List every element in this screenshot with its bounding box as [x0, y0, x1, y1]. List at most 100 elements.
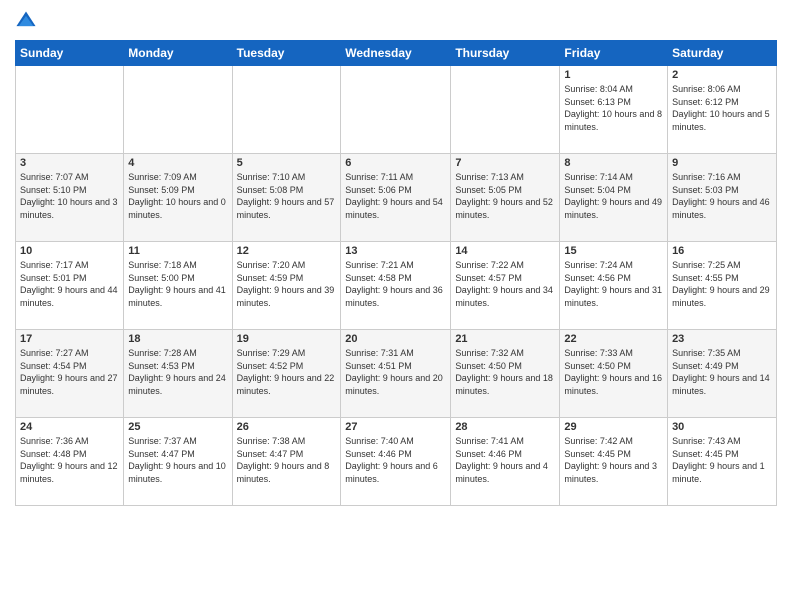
calendar-cell	[451, 66, 560, 154]
day-info: Sunrise: 7:25 AM Sunset: 4:55 PM Dayligh…	[672, 259, 772, 309]
day-number: 15	[564, 245, 663, 257]
day-number: 9	[672, 157, 772, 169]
calendar-cell: 26 Sunrise: 7:38 AM Sunset: 4:47 PM Dayli…	[232, 418, 341, 506]
day-info: Sunrise: 7:09 AM Sunset: 5:09 PM Dayligh…	[128, 171, 227, 221]
day-info: Sunrise: 7:10 AM Sunset: 5:08 PM Dayligh…	[237, 171, 337, 221]
calendar-cell: 25Sunrise: 7:37 AM Sunset: 4:47 PM Dayli…	[124, 418, 232, 506]
day-info: Sunrise: 7:37 AM Sunset: 4:47 PM Dayligh…	[128, 435, 227, 485]
calendar-cell: 14 Sunrise: 7:22 AM Sunset: 4:57 PM Dayli…	[451, 242, 560, 330]
calendar-cell: 10Sunrise: 7:17 AM Sunset: 5:01 PM Dayli…	[16, 242, 124, 330]
logo-icon	[15, 10, 37, 32]
day-number: 2	[672, 69, 772, 81]
calendar-body: 1 Sunrise: 8:04 AM Sunset: 6:13 PM Daylig…	[16, 66, 777, 506]
calendar-row-0: 1 Sunrise: 8:04 AM Sunset: 6:13 PM Daylig…	[16, 66, 777, 154]
day-number: 12	[237, 245, 337, 257]
day-info: Sunrise: 7:22 AM Sunset: 4:57 PM Dayligh…	[455, 259, 555, 309]
header-thursday: Thursday	[451, 41, 560, 66]
calendar-cell	[124, 66, 232, 154]
calendar-cell: 21Sunrise: 7:32 AM Sunset: 4:50 PM Dayli…	[451, 330, 560, 418]
day-number: 14	[455, 245, 555, 257]
calendar-cell: 28 Sunrise: 7:41 AM Sunset: 4:46 PM Dayli…	[451, 418, 560, 506]
calendar-cell: 27 Sunrise: 7:40 AM Sunset: 4:46 PM Dayli…	[341, 418, 451, 506]
calendar-cell: 20 Sunrise: 7:31 AM Sunset: 4:51 PM Dayli…	[341, 330, 451, 418]
calendar-cell: 18 Sunrise: 7:28 AM Sunset: 4:53 PM Dayli…	[124, 330, 232, 418]
header-tuesday: Tuesday	[232, 41, 341, 66]
calendar-cell: 2 Sunrise: 8:06 AM Sunset: 6:12 PM Daylig…	[668, 66, 777, 154]
calendar-cell: 30Sunrise: 7:43 AM Sunset: 4:45 PM Dayli…	[668, 418, 777, 506]
header-monday: Monday	[124, 41, 232, 66]
day-info: Sunrise: 7:27 AM Sunset: 4:54 PM Dayligh…	[20, 347, 119, 397]
calendar-cell: 9 Sunrise: 7:16 AM Sunset: 5:03 PM Daylig…	[668, 154, 777, 242]
day-info: Sunrise: 7:28 AM Sunset: 4:53 PM Dayligh…	[128, 347, 227, 397]
calendar-cell: 4 Sunrise: 7:09 AM Sunset: 5:09 PM Daylig…	[124, 154, 232, 242]
day-number: 1	[564, 69, 663, 81]
calendar-cell: 15 Sunrise: 7:24 AM Sunset: 4:56 PM Dayli…	[560, 242, 668, 330]
page: SundayMondayTuesdayWednesdayThursdayFrid…	[0, 0, 792, 612]
day-number: 26	[237, 421, 337, 433]
day-info: Sunrise: 7:32 AM Sunset: 4:50 PM Dayligh…	[455, 347, 555, 397]
calendar-cell: 16 Sunrise: 7:25 AM Sunset: 4:55 PM Dayli…	[668, 242, 777, 330]
header-friday: Friday	[560, 41, 668, 66]
header-wednesday: Wednesday	[341, 41, 451, 66]
calendar-cell: 3 Sunrise: 7:07 AM Sunset: 5:10 PM Daylig…	[16, 154, 124, 242]
day-number: 16	[672, 245, 772, 257]
calendar-cell: 11Sunrise: 7:18 AM Sunset: 5:00 PM Dayli…	[124, 242, 232, 330]
calendar-cell: 5 Sunrise: 7:10 AM Sunset: 5:08 PM Daylig…	[232, 154, 341, 242]
calendar-cell	[16, 66, 124, 154]
calendar-row-1: 3 Sunrise: 7:07 AM Sunset: 5:10 PM Daylig…	[16, 154, 777, 242]
calendar-cell: 29Sunrise: 7:42 AM Sunset: 4:45 PM Dayli…	[560, 418, 668, 506]
calendar: SundayMondayTuesdayWednesdayThursdayFrid…	[15, 40, 777, 506]
calendar-cell	[341, 66, 451, 154]
day-number: 28	[455, 421, 555, 433]
day-number: 23	[672, 333, 772, 345]
header-row: SundayMondayTuesdayWednesdayThursdayFrid…	[16, 41, 777, 66]
calendar-cell: 1 Sunrise: 8:04 AM Sunset: 6:13 PM Daylig…	[560, 66, 668, 154]
calendar-header: SundayMondayTuesdayWednesdayThursdayFrid…	[16, 41, 777, 66]
calendar-cell: 6Sunrise: 7:11 AM Sunset: 5:06 PM Daylig…	[341, 154, 451, 242]
day-number: 4	[128, 157, 227, 169]
calendar-cell: 7 Sunrise: 7:13 AM Sunset: 5:05 PM Daylig…	[451, 154, 560, 242]
day-info: Sunrise: 7:38 AM Sunset: 4:47 PM Dayligh…	[237, 435, 337, 485]
day-info: Sunrise: 7:31 AM Sunset: 4:51 PM Dayligh…	[345, 347, 446, 397]
calendar-cell: 23Sunrise: 7:35 AM Sunset: 4:49 PM Dayli…	[668, 330, 777, 418]
logo	[15, 10, 41, 32]
day-info: Sunrise: 7:07 AM Sunset: 5:10 PM Dayligh…	[20, 171, 119, 221]
calendar-row-4: 24Sunrise: 7:36 AM Sunset: 4:48 PM Dayli…	[16, 418, 777, 506]
day-number: 30	[672, 421, 772, 433]
day-number: 27	[345, 421, 446, 433]
calendar-cell: 12 Sunrise: 7:20 AM Sunset: 4:59 PM Dayli…	[232, 242, 341, 330]
day-info: Sunrise: 7:16 AM Sunset: 5:03 PM Dayligh…	[672, 171, 772, 221]
calendar-cell: 19 Sunrise: 7:29 AM Sunset: 4:52 PM Dayli…	[232, 330, 341, 418]
header-sunday: Sunday	[16, 41, 124, 66]
day-info: Sunrise: 7:41 AM Sunset: 4:46 PM Dayligh…	[455, 435, 555, 485]
day-number: 7	[455, 157, 555, 169]
calendar-cell	[232, 66, 341, 154]
day-number: 6	[345, 157, 446, 169]
day-info: Sunrise: 8:06 AM Sunset: 6:12 PM Dayligh…	[672, 83, 772, 133]
header-saturday: Saturday	[668, 41, 777, 66]
day-number: 24	[20, 421, 119, 433]
calendar-row-3: 17Sunrise: 7:27 AM Sunset: 4:54 PM Dayli…	[16, 330, 777, 418]
day-number: 8	[564, 157, 663, 169]
day-number: 11	[128, 245, 227, 257]
calendar-cell: 8 Sunrise: 7:14 AM Sunset: 5:04 PM Daylig…	[560, 154, 668, 242]
day-info: Sunrise: 7:29 AM Sunset: 4:52 PM Dayligh…	[237, 347, 337, 397]
day-number: 5	[237, 157, 337, 169]
day-info: Sunrise: 8:04 AM Sunset: 6:13 PM Dayligh…	[564, 83, 663, 133]
day-number: 20	[345, 333, 446, 345]
day-info: Sunrise: 7:20 AM Sunset: 4:59 PM Dayligh…	[237, 259, 337, 309]
calendar-cell: 24Sunrise: 7:36 AM Sunset: 4:48 PM Dayli…	[16, 418, 124, 506]
day-number: 29	[564, 421, 663, 433]
calendar-cell: 13Sunrise: 7:21 AM Sunset: 4:58 PM Dayli…	[341, 242, 451, 330]
header	[15, 10, 777, 32]
day-info: Sunrise: 7:14 AM Sunset: 5:04 PM Dayligh…	[564, 171, 663, 221]
day-number: 18	[128, 333, 227, 345]
day-number: 10	[20, 245, 119, 257]
day-info: Sunrise: 7:24 AM Sunset: 4:56 PM Dayligh…	[564, 259, 663, 309]
day-number: 3	[20, 157, 119, 169]
day-number: 19	[237, 333, 337, 345]
day-number: 13	[345, 245, 446, 257]
day-info: Sunrise: 7:13 AM Sunset: 5:05 PM Dayligh…	[455, 171, 555, 221]
calendar-row-2: 10Sunrise: 7:17 AM Sunset: 5:01 PM Dayli…	[16, 242, 777, 330]
day-info: Sunrise: 7:40 AM Sunset: 4:46 PM Dayligh…	[345, 435, 446, 485]
